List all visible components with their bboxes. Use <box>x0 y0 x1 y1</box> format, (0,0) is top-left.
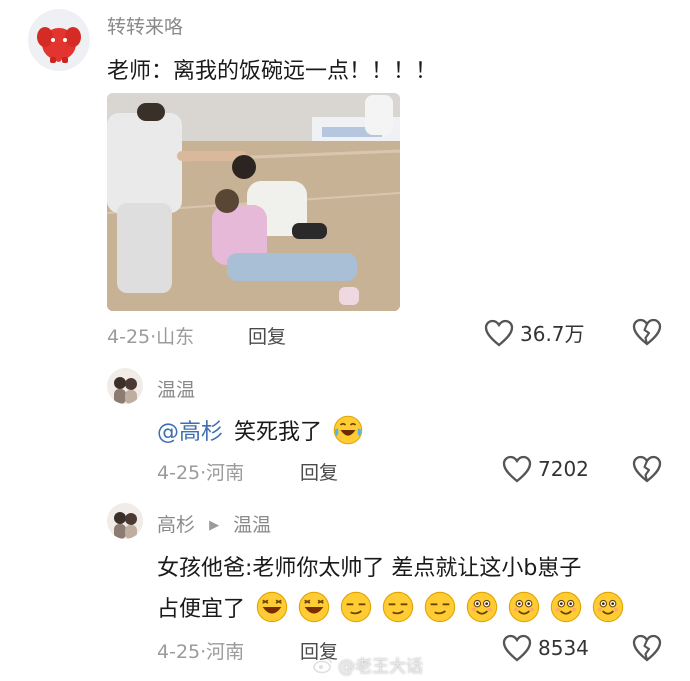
dislike-button[interactable] <box>632 634 662 662</box>
broken-heart-icon <box>632 455 662 483</box>
reply-username[interactable]: 温温 <box>157 375 195 402</box>
watermark: @老王大话 <box>312 652 423 677</box>
avatar[interactable] <box>107 368 143 404</box>
heart-outline-icon <box>502 634 532 662</box>
like-button[interactable]: 7202 <box>502 455 589 483</box>
reply-button[interactable]: 回复 <box>300 458 338 485</box>
reply-username[interactable]: 高杉 <box>157 514 195 536</box>
smirk-emoji-icon <box>382 591 414 623</box>
dislike-button[interactable] <box>632 318 662 346</box>
reply-arrow-icon: ▶ <box>209 518 220 533</box>
joy-tears-emoji-icon <box>333 415 363 445</box>
broken-heart-icon <box>632 634 662 662</box>
red-elephant-avatar-icon <box>37 27 81 63</box>
comment-image[interactable] <box>107 93 400 311</box>
couple-avatar-icon <box>114 512 137 539</box>
like-button[interactable]: 36.7万 <box>484 318 585 347</box>
comment-username[interactable]: 转转来咯 <box>107 12 183 39</box>
broken-heart-icon <box>632 318 662 346</box>
emoji-row <box>256 591 627 623</box>
weibo-logo-icon <box>313 657 332 673</box>
like-count: 8534 <box>538 636 589 660</box>
laugh-emoji-icon <box>298 591 330 623</box>
comment-date-location: 4-25·山东 <box>107 326 195 348</box>
grin-emoji-icon <box>592 591 624 623</box>
dance-studio-photo <box>107 93 400 311</box>
dislike-button[interactable] <box>632 455 662 483</box>
reply-date-location: 4-25·河南 <box>157 462 245 484</box>
heart-outline-icon <box>502 455 532 483</box>
grin-emoji-icon <box>466 591 498 623</box>
comment-text: 老师：离我的饭碗远一点！！！！ <box>107 59 438 84</box>
reply-text-line2: 占便宜了 <box>157 591 627 623</box>
heart-outline-icon <box>484 319 514 346</box>
smirk-emoji-icon <box>424 591 456 623</box>
avatar[interactable] <box>107 503 143 539</box>
reply-text-body: 笑死我了 <box>234 420 323 445</box>
reply-text-body: 占便宜了 <box>157 597 246 622</box>
avatar[interactable] <box>28 9 90 71</box>
reply-to-username[interactable]: 温温 <box>233 514 271 536</box>
couple-avatar-icon <box>114 377 137 404</box>
like-count: 36.7万 <box>520 322 585 346</box>
watermark-text: @老王大话 <box>338 657 423 677</box>
grin-emoji-icon <box>508 591 540 623</box>
mention-link[interactable]: @高杉 <box>157 420 223 445</box>
reply-text: @高杉 笑死我了 <box>157 414 366 446</box>
laugh-emoji-icon <box>256 591 288 623</box>
reply-button[interactable]: 回复 <box>248 322 286 349</box>
reply-date-location: 4-25·河南 <box>157 641 245 663</box>
grin-emoji-icon <box>550 591 582 623</box>
reply-username-line: 高杉 ▶ 温温 <box>157 510 271 537</box>
smirk-emoji-icon <box>340 591 372 623</box>
like-button[interactable]: 8534 <box>502 634 589 662</box>
like-count: 7202 <box>538 457 589 481</box>
reply-text-line1: 女孩他爸:老师你太帅了 差点就让这小b崽子 <box>157 556 582 581</box>
